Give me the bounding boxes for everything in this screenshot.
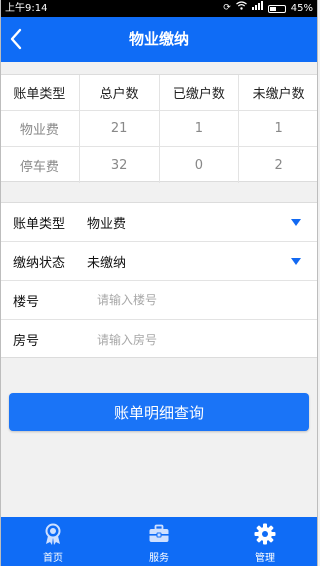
briefcase-icon: [149, 524, 169, 542]
building-input[interactable]: [97, 293, 297, 307]
table-row: 物业费 21 1 1: [0, 111, 318, 147]
table-cell: 2: [274, 157, 283, 173]
status-time: 上午9:14: [5, 3, 48, 14]
room-input[interactable]: [97, 332, 297, 347]
nav-label-service: 服务: [149, 553, 169, 564]
battery-icon: [267, 4, 286, 13]
nav-label-manage: 管理: [255, 553, 275, 564]
table-cell: 1: [274, 121, 283, 136]
signal-icon: [251, 0, 263, 17]
column-header: 总户数: [80, 75, 160, 110]
pay-status-label: 缴纳状态: [13, 255, 66, 271]
app-header: 物业缴纳: [0, 17, 318, 62]
wifi-icon: [235, 0, 247, 17]
table-row: 停车费 32 0 2: [0, 147, 318, 183]
bottom-nav: 首页 服务 管理: [0, 517, 318, 566]
column-header: 未缴户数: [252, 87, 305, 102]
table-header-row: 账单类型 总户数 已缴户数 未缴户数: [0, 75, 318, 111]
gear-icon: [254, 523, 276, 545]
caret-down-icon[interactable]: [291, 258, 301, 265]
bill-type-select[interactable]: 账单类型 物业费: [0, 203, 318, 242]
column-header: 已缴户数: [160, 75, 240, 110]
sync-icon: ⟳: [223, 3, 231, 13]
nav-item-service[interactable]: 服务: [106, 517, 212, 566]
table-cell: 0: [160, 147, 240, 183]
table-cell: 物业费: [0, 111, 80, 146]
nav-item-home[interactable]: 首页: [0, 517, 106, 566]
table-cell: 21: [80, 111, 160, 146]
table-cell: 1: [160, 111, 240, 146]
summary-table: 账单类型 总户数 已缴户数 未缴户数 物业费 21 1 1 停车费 32 0 2: [0, 74, 318, 183]
table-cell: 停车费: [0, 147, 80, 183]
pay-status-select[interactable]: 缴纳状态 未缴纳: [0, 242, 318, 281]
page-title: 物业缴纳: [128, 30, 189, 48]
pay-status-value[interactable]: 未缴纳: [87, 252, 126, 271]
bill-type-value[interactable]: 物业费: [87, 213, 126, 232]
building-row: 楼号: [0, 281, 318, 320]
status-bar: 上午9:14 ⟳ 45%: [0, 0, 318, 17]
status-icons: ⟳ 45%: [223, 0, 313, 17]
room-label: 房号: [13, 334, 40, 349]
home-badge-icon: [45, 523, 61, 545]
nav-item-manage[interactable]: 管理: [212, 517, 318, 566]
query-form: 账单类型 物业费 缴纳状态 未缴纳 楼号 房号: [0, 202, 318, 358]
building-label: 楼号: [13, 294, 40, 310]
table-cell: 32: [80, 147, 160, 183]
bill-type-label: 账单类型: [13, 216, 66, 232]
nav-label-home: 首页: [43, 553, 63, 564]
battery-percent: 45%: [290, 3, 313, 14]
caret-down-icon[interactable]: [291, 219, 301, 226]
room-row: 房号: [0, 320, 318, 359]
bill-detail-query-button[interactable]: 账单明细查询: [9, 393, 309, 431]
column-header: 账单类型: [0, 75, 80, 110]
